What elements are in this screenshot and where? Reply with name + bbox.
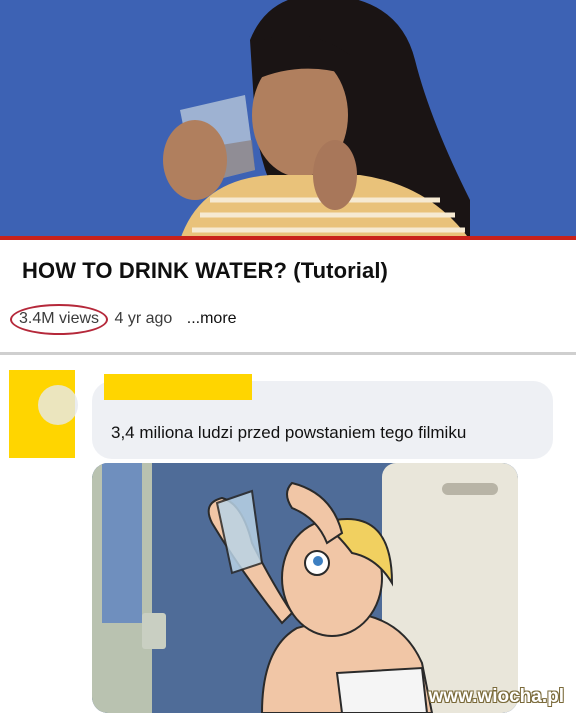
comment-section: 3,4 miliona ludzi przed powstaniem tego … xyxy=(0,355,576,720)
cartoon-drinking-image xyxy=(92,463,518,713)
comment-text: 3,4 miliona ludzi przed powstaniem tego … xyxy=(111,423,467,442)
username-redaction xyxy=(104,374,252,400)
girl-drinking-water-image xyxy=(0,0,576,240)
video-thumbnail[interactable] xyxy=(0,0,576,240)
watermark: www.wiocha.pl xyxy=(428,686,564,707)
view-count: 3.4M views xyxy=(10,304,109,335)
avatar[interactable] xyxy=(38,385,78,425)
video-stats: 3.4M views 4 yr ago ...more xyxy=(10,304,237,335)
comment-bubble: 3,4 miliona ludzi przed powstaniem tego … xyxy=(92,374,553,459)
comment-gif[interactable] xyxy=(92,463,518,713)
video-meta: HOW TO DRINK WATER? (Tutorial) 3.4M view… xyxy=(0,240,576,352)
upload-age: 4 yr ago xyxy=(114,310,173,327)
more-link[interactable]: ...more xyxy=(187,310,237,327)
video-title[interactable]: HOW TO DRINK WATER? (Tutorial) xyxy=(22,258,388,284)
